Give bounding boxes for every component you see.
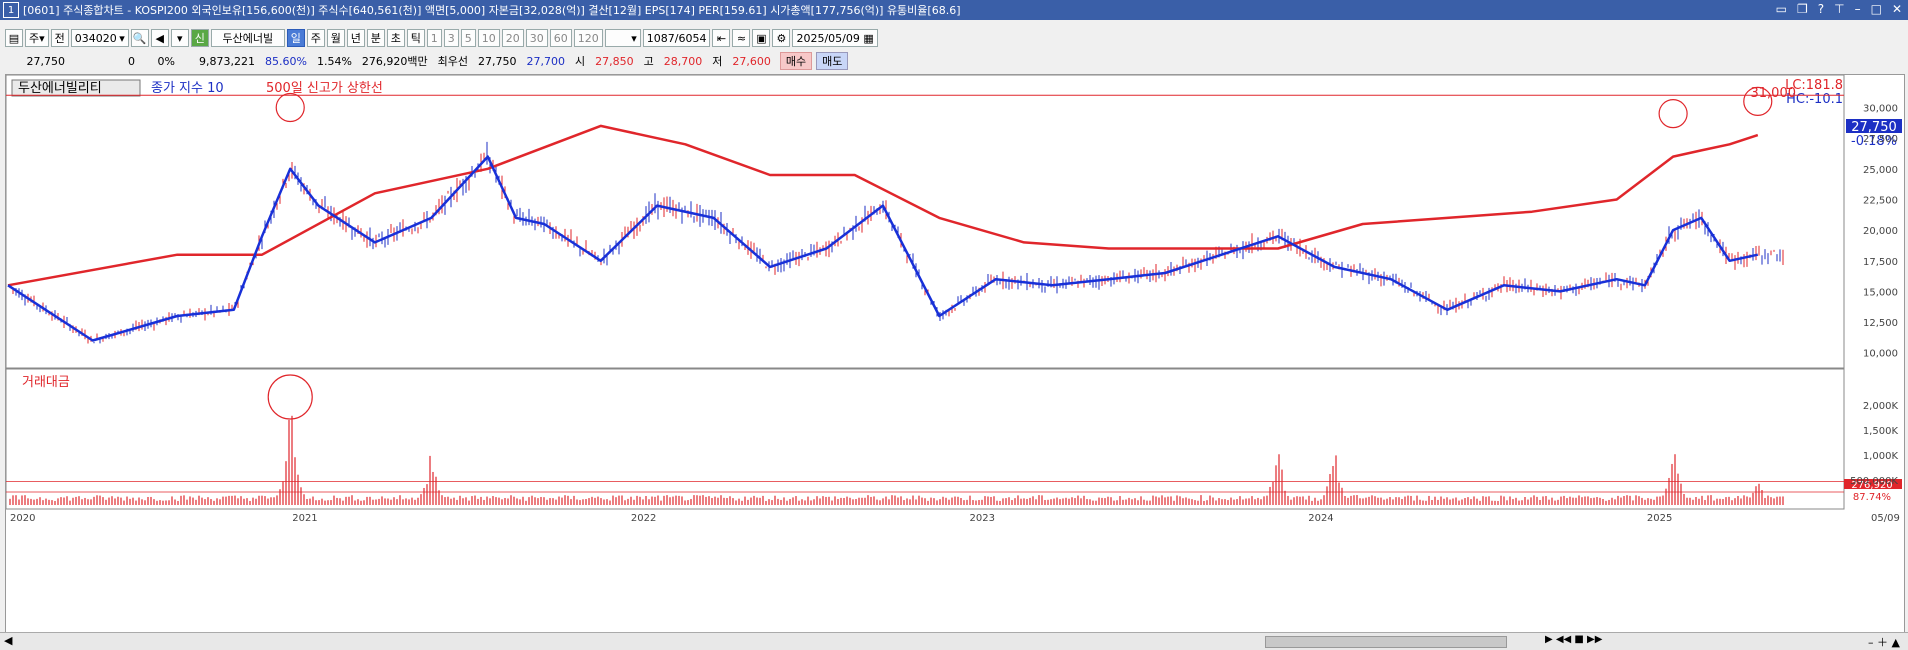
period-tick-button[interactable]: 틱 <box>406 29 425 47</box>
volume-title: 거래대금 <box>22 375 70 390</box>
new-badge: 신 <box>190 29 209 47</box>
compare-icon[interactable]: ≈ <box>732 29 751 47</box>
main-toolbar: ▤ 주 ▾ 전 034020 ▾ 🔍 ◀ ▾ 신 두산에너빌 일 주 월 년 분 … <box>0 26 1908 50</box>
pin-icon[interactable]: ⊤ <box>1834 2 1844 16</box>
minute-5-button[interactable]: 5 <box>460 29 476 47</box>
trade-amount: 276,920백만 <box>361 55 428 68</box>
help-icon[interactable]: ? <box>1818 2 1824 16</box>
date-field[interactable]: 2025/05/09 ▦ <box>792 29 878 47</box>
interval-select[interactable]: ▾ <box>604 29 641 47</box>
current-price: 27,750 <box>26 54 66 68</box>
search-icon[interactable]: 🔍 <box>130 29 149 47</box>
close-icon[interactable]: ✕ <box>1892 2 1902 16</box>
mode-select[interactable]: 주 ▾ <box>25 29 49 47</box>
dropdown-icon[interactable]: ▾ <box>170 29 189 47</box>
date-tick-label: 2023 <box>970 513 995 524</box>
period-week-button[interactable]: 주 <box>306 29 325 47</box>
high-price: 28,700 <box>663 54 703 68</box>
volume-tick-label: 1,000K <box>1863 451 1899 462</box>
price-tick-label: 12,500 <box>1863 318 1898 329</box>
date-tick-label: 2025 <box>1647 513 1672 524</box>
window-titlebar: 1 [0601] 주식종합차트 - KOSPI200 외국인보유[156,600… <box>0 0 1908 20</box>
buy-button[interactable]: 매수 <box>779 52 813 70</box>
low-label: 저 <box>712 55 723 68</box>
volume-tick-label: 2,000K <box>1863 401 1899 412</box>
minimize-icon[interactable]: – <box>1855 2 1861 16</box>
turnover-rate: 1.54% <box>316 54 352 68</box>
volume-tick-label: 1,500K <box>1863 426 1899 437</box>
period-month-button[interactable]: 월 <box>326 29 345 47</box>
price-tick-label: 17,500 <box>1863 257 1898 268</box>
period-year-button[interactable]: 년 <box>346 29 365 47</box>
sell-button[interactable]: 매도 <box>816 52 849 70</box>
minute-120-button[interactable]: 120 <box>573 29 603 47</box>
sound-icon[interactable]: ◀ <box>150 29 169 47</box>
date-tick-label: 05/09 <box>1871 513 1900 524</box>
low-price: 27,600 <box>732 54 771 68</box>
minute-3-button[interactable]: 3 <box>443 29 459 47</box>
legend-close-ma: 종가 지수 10 <box>151 81 224 96</box>
date-tick-label: 2020 <box>10 513 35 524</box>
price-tick-label: 20,000 <box>1863 226 1898 237</box>
period-minute-button[interactable]: 분 <box>366 29 385 47</box>
rewind-icon[interactable]: ⇤ <box>712 29 731 47</box>
legend-500-high: 500일 신고가 상한선 <box>266 81 383 96</box>
volume-panel <box>5 368 1845 510</box>
minute-20-button[interactable]: 20 <box>501 29 524 47</box>
chart-area[interactable]: 두산에너빌리티 종가 지수 10 500일 신고가 상한선 거래대금 LC:18… <box>5 74 1905 634</box>
layout-icon[interactable]: ▤ <box>5 29 23 47</box>
volume-ratio: 85.60% <box>265 54 307 68</box>
window-title: [0601] 주식종합차트 - KOSPI200 외국인보유[156,600(천… <box>23 4 961 17</box>
period-type[interactable]: 전 <box>50 29 69 47</box>
volume-value: 9,873,221 <box>199 54 255 68</box>
window-controls: ▭ ❐ ? ⊤ – □ ✕ <box>1776 2 1902 16</box>
best-ask: 27,750 <box>478 54 517 68</box>
period-day-button[interactable]: 일 <box>286 29 305 47</box>
resistance-label: 31,000 <box>1751 86 1797 101</box>
price-tick-label: 25,000 <box>1863 165 1898 176</box>
scroll-left-icon[interactable]: ◀ <box>4 634 12 647</box>
stock-chart-svg[interactable]: 두산에너빌리티 종가 지수 10 500일 신고가 상한선 거래대금 LC:18… <box>5 74 1904 633</box>
open-label: 시 <box>575 55 586 68</box>
best-bid: 27,700 <box>526 54 566 68</box>
stock-name-field[interactable]: 두산에너빌 <box>210 29 285 47</box>
stock-tag: 두산에너빌리티 <box>18 81 102 96</box>
minute-60-button[interactable]: 60 <box>549 29 572 47</box>
minute-10-button[interactable]: 10 <box>477 29 500 47</box>
volume-tick-label: 500,000K <box>1850 476 1898 487</box>
price-axis: 10,000 12,500 15,000 17,500 20,000 22,500 25,0… <box>1863 104 1898 360</box>
copy-icon[interactable]: ❐ <box>1797 2 1808 16</box>
high-label: 고 <box>643 55 654 68</box>
quote-infobar: 27,750 0 0% 9,873,221 85.60% 1.54% 276,9… <box>0 52 1908 70</box>
scroll-thumb[interactable] <box>1265 636 1507 648</box>
date-tick-label: 2024 <box>1308 513 1333 524</box>
playback-controls[interactable]: ▶ ◀◀ ■ ▶▶ <box>1545 634 1602 645</box>
restore-icon[interactable]: ▭ <box>1776 2 1787 16</box>
price-tick-label: 15,000 <box>1863 287 1898 298</box>
date-tick-label: 2022 <box>631 513 656 524</box>
count-field[interactable]: 1087/6054 <box>642 29 711 47</box>
best-quote-label: 최우선 <box>437 55 469 68</box>
period-second-button[interactable]: 초 <box>386 29 405 47</box>
minute-1-button[interactable]: 1 <box>426 29 442 47</box>
last-price: 27,750 <box>1851 120 1897 135</box>
price-tick-label: 27,500 <box>1863 134 1898 145</box>
date-axis: 2020 2021 2022 2023 2024 2025 05/09 <box>6 508 1900 524</box>
price-tick-label: 30,000 <box>1863 104 1898 115</box>
last-ratio: 87.74% <box>1853 492 1891 503</box>
price-tick-label: 10,000 <box>1863 349 1898 360</box>
open-price: 27,850 <box>595 54 634 68</box>
minute-30-button[interactable]: 30 <box>525 29 548 47</box>
chart-scrollbar[interactable]: ◀ ▶ ◀◀ ■ ▶▶ – ＋ ▲ <box>0 632 1908 650</box>
zoom-controls[interactable]: – ＋ ▲ <box>1868 634 1900 650</box>
date-tick-label: 2021 <box>292 513 317 524</box>
save-icon[interactable]: ▣ <box>752 29 771 47</box>
window-number: 1 <box>3 2 19 18</box>
price-change: 0 <box>128 54 135 68</box>
price-tick-label: 22,500 <box>1863 195 1898 206</box>
stock-code-input[interactable]: 034020 ▾ <box>70 29 129 47</box>
price-change-pct: 0% <box>157 54 175 68</box>
settings-icon[interactable]: ⚙ <box>772 29 791 47</box>
maximize-icon[interactable]: □ <box>1871 2 1882 16</box>
